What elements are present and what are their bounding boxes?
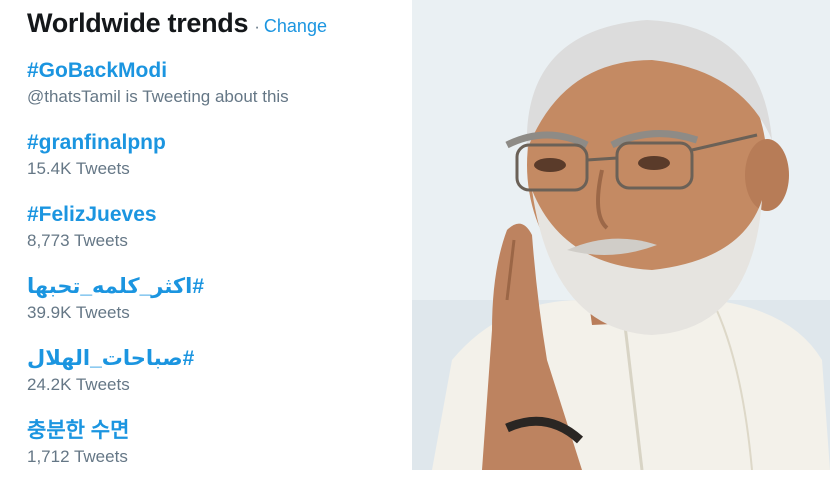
trend-item[interactable]: #granfinalpnp 15.4K Tweets (27, 130, 412, 190)
trend-meta: @thatsTamil is Tweeting about this (27, 87, 289, 106)
trend-name[interactable]: #اكثر_كلمه_تحبها (27, 274, 387, 300)
trends-panel: Worldwide trends · Change #GoBackModi @t… (0, 0, 412, 470)
trend-item[interactable]: #اكثر_كلمه_تحبها 39.9K Tweets (27, 274, 412, 334)
trend-item[interactable]: #FelizJueves 8,773 Tweets (27, 202, 412, 262)
trend-item[interactable]: #GoBackModi @thatsTamil is Tweeting abou… (27, 58, 412, 118)
trend-item[interactable]: 충분한 수면 1,712 Tweets (27, 418, 412, 478)
trends-header: Worldwide trends · Change (27, 8, 412, 46)
trends-title: Worldwide trends (27, 8, 249, 38)
trend-meta: 1,712 Tweets (27, 447, 128, 466)
trend-name[interactable]: 충분한 수면 (27, 418, 387, 444)
trend-name[interactable]: #GoBackModi (27, 58, 387, 84)
trend-meta: 24.2K Tweets (27, 375, 130, 394)
change-link[interactable]: Change (264, 16, 327, 37)
trend-name[interactable]: #granfinalpnp (27, 130, 387, 156)
title-separator: · (254, 17, 260, 36)
portrait-photo (412, 0, 830, 470)
trend-name[interactable]: #FelizJueves (27, 202, 387, 228)
trend-name[interactable]: #صباحات_الهلال (27, 346, 387, 372)
trend-meta: 15.4K Tweets (27, 159, 130, 178)
trend-meta: 8,773 Tweets (27, 231, 128, 250)
portrait-illustration (412, 0, 830, 470)
trend-item[interactable]: #صباحات_الهلال 24.2K Tweets (27, 346, 412, 406)
trend-meta: 39.9K Tweets (27, 303, 130, 322)
